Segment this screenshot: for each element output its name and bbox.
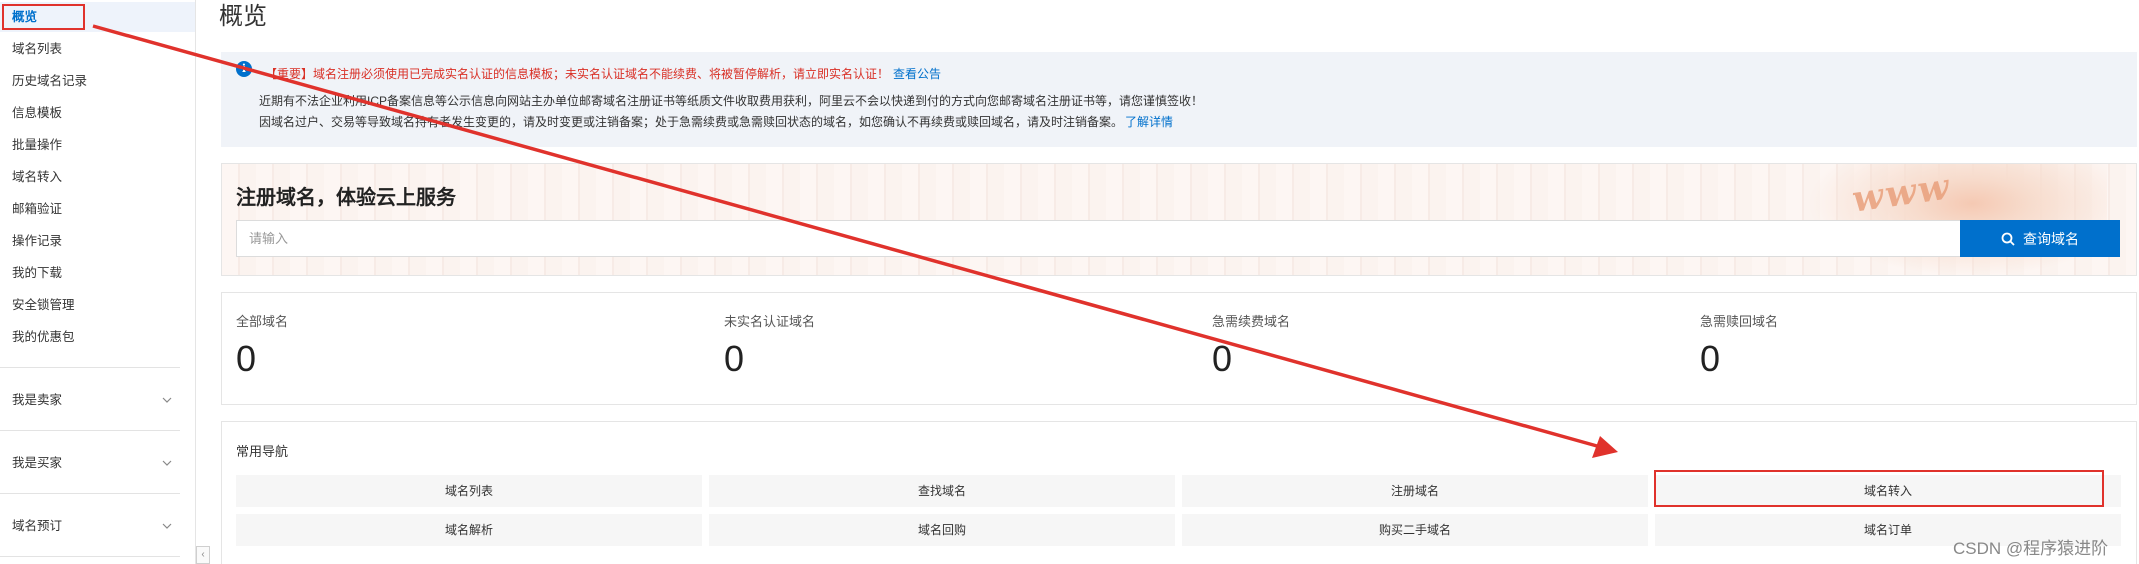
query-domain-button[interactable]: 查询域名 (1960, 220, 2120, 257)
stat-label: 急需赎回域名 (1700, 314, 1779, 329)
sidebar-item-email-verify[interactable]: 邮箱验证 (0, 194, 195, 224)
stat-value: 0 (724, 338, 745, 379)
sidebar-item-label: 我的优惠包 (12, 330, 75, 344)
sidebar-divider (0, 493, 180, 494)
quick-nav-dns[interactable]: 域名解析 (236, 514, 702, 546)
info-icon: i (236, 61, 252, 77)
chevron-down-icon (162, 397, 172, 403)
notice-line-important: 【重要】域名注册必须使用已完成实名认证的信息模板；未实名认证域名不能续费、将被暂… (265, 65, 941, 82)
sidebar-group-seller[interactable]: 我是卖家 (0, 382, 180, 418)
stat-value: 0 (1700, 338, 1721, 379)
register-banner: www 注册域名，体验云上服务 查询域名 (221, 163, 2137, 276)
sidebar-item-label: 我的下载 (12, 266, 63, 280)
notice-details-link[interactable]: 了解详情 (1125, 115, 1173, 129)
sidebar-item-label: 历史域名记录 (12, 74, 88, 88)
sidebar-item-batch[interactable]: 批量操作 (0, 130, 195, 160)
sidebar-group-label: 我是卖家 (12, 393, 63, 407)
stat-label: 全部域名 (236, 314, 289, 329)
sidebar-item-label: 域名转入 (12, 170, 63, 184)
sidebar-item-label: 安全锁管理 (12, 298, 75, 312)
sidebar-item-label: 邮箱验证 (12, 202, 63, 216)
sidebar-item-discount-packs[interactable]: 我的优惠包 (0, 322, 195, 352)
quick-nav-buy-secondhand[interactable]: 购买二手域名 (1182, 514, 1648, 546)
notice-important-text: 【重要】域名注册必须使用已完成实名认证的信息模板；未实名认证域名不能续费、将被暂… (265, 67, 890, 81)
quick-nav-buyback[interactable]: 域名回购 (709, 514, 1175, 546)
sidebar-divider (0, 367, 180, 368)
stat-unverified-domains[interactable]: 未实名认证域名 0 (724, 311, 815, 380)
notice-panel: i 【重要】域名注册必须使用已完成实名认证的信息模板；未实名认证域名不能续费、将… (221, 52, 2137, 147)
sidebar-item-label: 信息模板 (12, 106, 63, 120)
sidebar: 概览 域名列表 历史域名记录 信息模板 批量操作 域名转入 邮箱验证 操作记录 … (0, 0, 196, 564)
stat-redemption-needed[interactable]: 急需赎回域名 0 (1700, 311, 1778, 380)
sidebar-item-history[interactable]: 历史域名记录 (0, 66, 195, 96)
chevron-down-icon (162, 523, 172, 529)
annotation-box-overview (2, 4, 85, 30)
sidebar-item-operation-log[interactable]: 操作记录 (0, 226, 195, 256)
quick-nav-register-domain[interactable]: 注册域名 (1182, 475, 1648, 507)
search-icon (2001, 232, 2015, 246)
notice-line-fraud: 近期有不法企业利用ICP备案信息等公示信息向网站主办单位邮寄域名注册证书等纸质文… (259, 94, 1204, 108)
domain-stats-panel: 全部域名 0 未实名认证域名 0 急需续费域名 0 急需赎回域名 0 (221, 292, 2137, 405)
sidebar-item-transfer-in[interactable]: 域名转入 (0, 162, 195, 192)
sidebar-item-label: 操作记录 (12, 234, 63, 248)
sidebar-item-templates[interactable]: 信息模板 (0, 98, 195, 128)
domain-search-input[interactable] (236, 220, 1966, 257)
sidebar-item-domain-list[interactable]: 域名列表 (0, 34, 195, 64)
sidebar-item-security-lock[interactable]: 安全锁管理 (0, 290, 195, 320)
quick-nav-find-domain[interactable]: 查找域名 (709, 475, 1175, 507)
stat-value: 0 (1212, 338, 1233, 379)
notice-line-filing: 因域名过户、交易等导致域名持有者发生变更的，请及时变更或注销备案；处于急需续费或… (259, 113, 1173, 130)
quick-nav-title: 常用导航 (236, 444, 289, 459)
banner-title: 注册域名，体验云上服务 (236, 187, 456, 209)
stat-all-domains[interactable]: 全部域名 0 (236, 311, 288, 380)
sidebar-item-downloads[interactable]: 我的下载 (0, 258, 195, 288)
sidebar-item-label: 域名列表 (12, 42, 63, 56)
watermark: CSDN @程序猿进阶 (1953, 539, 2109, 558)
sidebar-divider (0, 430, 180, 431)
sidebar-collapse-handle[interactable]: ‹ (196, 546, 210, 564)
sidebar-divider (0, 556, 180, 557)
query-domain-label: 查询域名 (2023, 230, 2079, 247)
sidebar-group-preorder[interactable]: 域名预订 (0, 508, 180, 544)
chevron-down-icon (162, 460, 172, 466)
quick-nav-domain-list[interactable]: 域名列表 (236, 475, 702, 507)
page-title: 概览 (219, 3, 267, 30)
notice-announcement-link[interactable]: 查看公告 (893, 67, 941, 81)
sidebar-group-label: 我是买家 (12, 456, 63, 470)
sidebar-item-label: 批量操作 (12, 138, 63, 152)
notice-filing-text: 因域名过户、交易等导致域名持有者发生变更的，请及时变更或注销备案；处于急需续费或… (259, 115, 1124, 129)
annotation-box-transfer-in (1654, 470, 2104, 507)
stat-label: 急需续费域名 (1212, 314, 1291, 329)
sidebar-group-label: 域名预订 (12, 519, 63, 533)
stat-label: 未实名认证域名 (724, 314, 816, 329)
sidebar-group-buyer[interactable]: 我是买家 (0, 445, 180, 481)
stat-renewal-needed[interactable]: 急需续费域名 0 (1212, 311, 1290, 380)
stat-value: 0 (236, 338, 257, 379)
